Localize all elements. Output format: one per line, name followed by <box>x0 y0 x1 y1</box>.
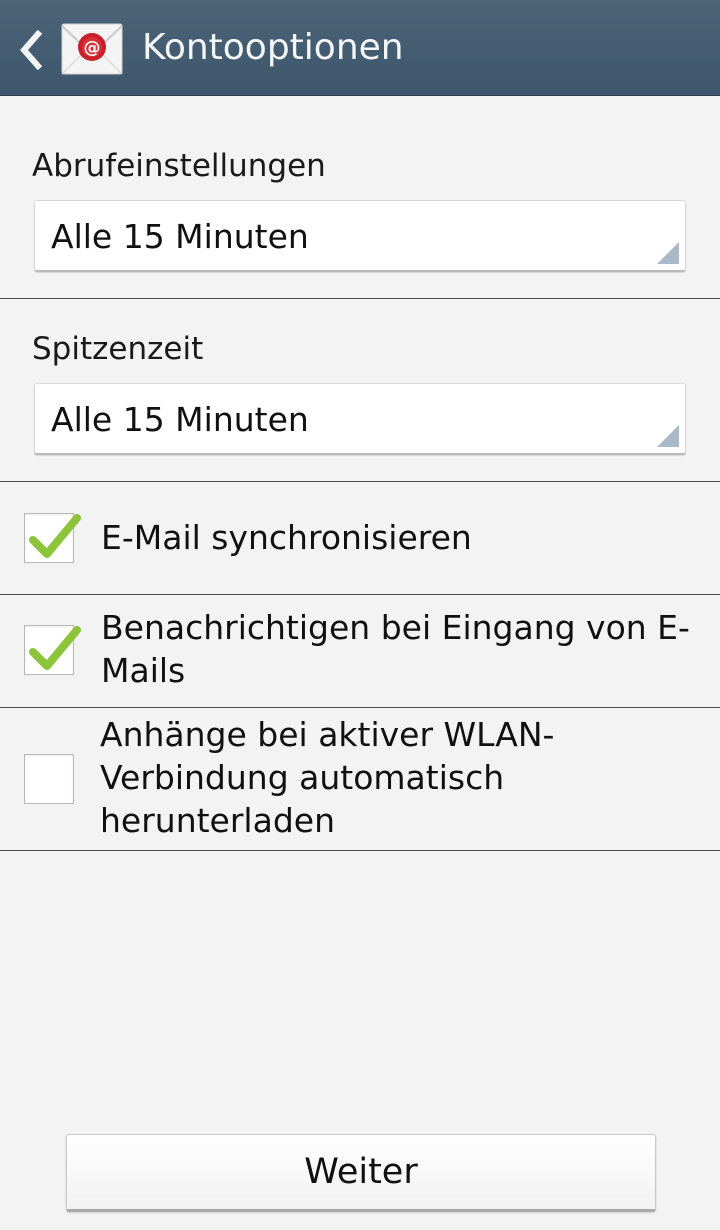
email-app-icon: @ <box>60 20 124 78</box>
sync-email-label: E-Mail synchronisieren <box>101 518 472 557</box>
divider <box>0 850 720 851</box>
dropdown-corner-icon <box>657 242 679 264</box>
notify-on-mail-option[interactable]: Benachrichtigen bei Eingang von E-Mails <box>0 595 720 707</box>
action-bar: @ Kontooptionen <box>0 0 720 96</box>
notify-on-mail-label: Benachrichtigen bei Eingang von E-Mails <box>101 608 690 690</box>
dropdown-corner-icon <box>657 425 679 447</box>
auto-download-attachments-label: Anhänge bei aktiver WLAN-Verbindung auto… <box>100 715 555 840</box>
next-button-label: Weiter <box>304 1152 418 1192</box>
retrieval-settings-label: Abrufeinstellungen <box>32 148 326 184</box>
svg-text:@: @ <box>84 38 101 58</box>
up-navigation-button[interactable]: @ <box>10 20 134 78</box>
sync-email-option[interactable]: E-Mail synchronisieren <box>0 482 720 594</box>
next-button[interactable]: Weiter <box>66 1134 656 1212</box>
peak-time-spinner[interactable]: Alle 15 Minuten <box>34 383 686 455</box>
retrieval-settings-value: Alle 15 Minuten <box>51 217 309 256</box>
notify-on-mail-checkbox[interactable] <box>24 625 81 675</box>
peak-time-value: Alle 15 Minuten <box>51 400 309 439</box>
divider <box>0 298 720 299</box>
page-title: Kontooptionen <box>142 27 404 68</box>
chevron-left-icon <box>16 29 44 71</box>
sync-email-checkbox[interactable] <box>24 513 81 563</box>
checkmark-icon <box>29 626 81 670</box>
peak-time-label: Spitzenzeit <box>32 331 204 367</box>
auto-download-attachments-option[interactable]: Anhänge bei aktiver WLAN-Verbindung auto… <box>0 708 720 850</box>
auto-download-attachments-checkbox[interactable] <box>24 754 74 804</box>
retrieval-settings-spinner[interactable]: Alle 15 Minuten <box>34 200 686 272</box>
checkmark-icon <box>29 514 81 558</box>
